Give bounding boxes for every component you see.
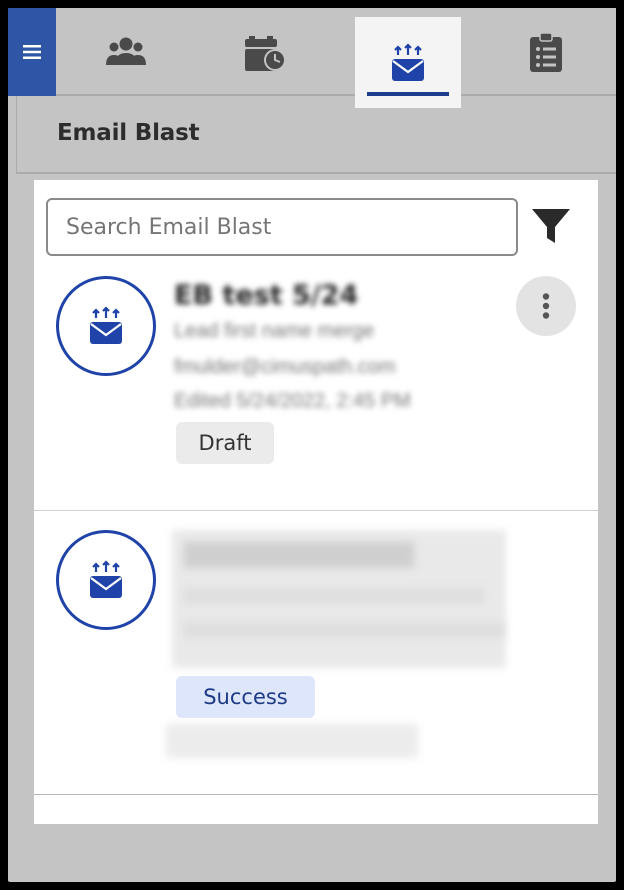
email-blast-avatar — [56, 276, 156, 376]
email-blast-icon — [90, 560, 122, 598]
item-edited-date: Edited 5/24/2022, 2:45 PM — [174, 390, 411, 412]
tab-contacts[interactable] — [76, 8, 176, 96]
email-blast-icon — [90, 306, 122, 344]
email-blast-icon — [392, 42, 424, 81]
people-icon — [106, 37, 146, 65]
hamburger-icon — [23, 45, 41, 59]
search-input[interactable] — [46, 198, 518, 256]
redacted-line — [184, 622, 504, 638]
status-badge: Draft — [176, 422, 274, 464]
more-options-button[interactable] — [516, 276, 576, 336]
redacted-line — [184, 588, 484, 604]
clipboard-list-icon — [530, 32, 562, 72]
list-item[interactable]: EB test 5/24 Lead first name merge fmuld… — [34, 274, 598, 510]
email-blast-avatar — [56, 530, 156, 630]
status-badge: Success — [176, 676, 315, 718]
tab-schedule[interactable] — [216, 8, 316, 96]
divider — [34, 794, 598, 795]
list-item[interactable]: Success — [34, 530, 598, 770]
page-title: Email Blast — [57, 120, 200, 146]
more-vertical-icon — [542, 293, 550, 319]
redacted-footer — [166, 724, 418, 758]
item-sender: fmulder@cimuspath.com — [174, 356, 396, 378]
filter-icon[interactable] — [530, 206, 572, 246]
tab-tasks[interactable] — [496, 8, 596, 96]
section-header: Email Blast — [16, 96, 616, 174]
menu-button[interactable] — [8, 8, 56, 96]
item-title: EB test 5/24 — [174, 280, 359, 311]
item-subtitle: Lead first name merge — [174, 320, 375, 342]
redacted-title — [184, 542, 414, 568]
calendar-clock-icon — [245, 36, 286, 71]
divider — [34, 510, 598, 511]
email-blast-list-panel: EB test 5/24 Lead first name merge fmuld… — [34, 180, 598, 824]
tab-email-blast[interactable] — [355, 17, 461, 108]
